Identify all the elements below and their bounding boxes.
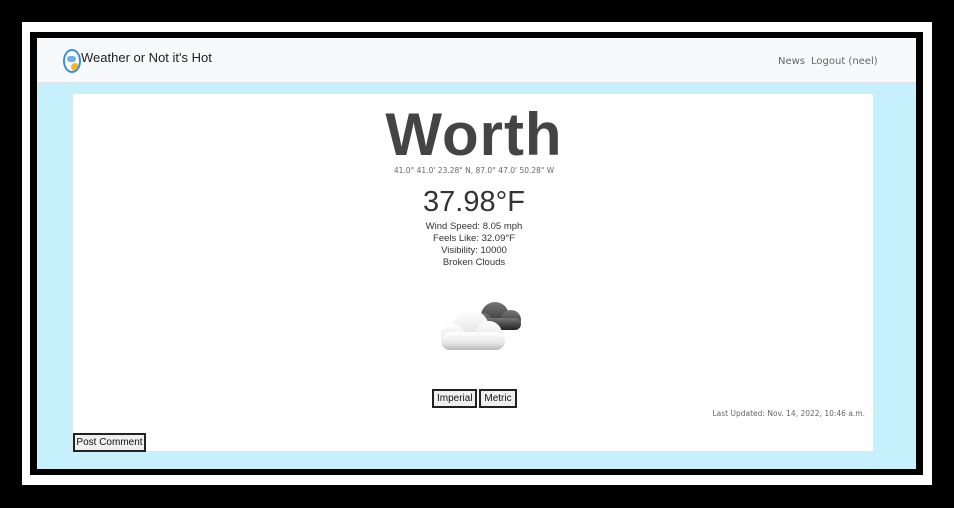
post-comment-button[interactable]: Post Comment [73,433,146,452]
coordinates: 41.0° 41.0' 23.28" N, 87.0° 47.0' 50.28"… [393,166,555,175]
broken-clouds-icon [441,302,521,350]
nav-logout-link[interactable]: Logout (neel) [811,56,878,67]
navbar: Weather or Not it's Hot News Logout (nee… [37,38,916,83]
imperial-button[interactable]: Imperial [432,389,477,408]
logo-icon[interactable] [63,49,81,73]
temperature: 37.98°F [423,186,525,218]
last-updated: Last Updated: Nov. 14, 2022, 10:46 a.m. [712,409,866,418]
nav-news-link[interactable]: News [778,56,805,67]
visibility: Visibility: 10000 [441,245,507,256]
page: Weather or Not it's Hot News Logout (nee… [37,38,916,469]
metric-button[interactable]: Metric [479,389,517,408]
brand-link[interactable]: Weather or Not it's Hot [81,50,212,65]
feels-like: Feels Like: 32.09°F [433,233,515,244]
wind-speed: Wind Speed: 8.05 mph [425,221,523,232]
weather-description: Broken Clouds [442,257,506,268]
city-name: Worth [385,101,563,168]
weather-card: Worth 41.0° 41.0' 23.28" N, 87.0° 47.0' … [72,93,874,452]
